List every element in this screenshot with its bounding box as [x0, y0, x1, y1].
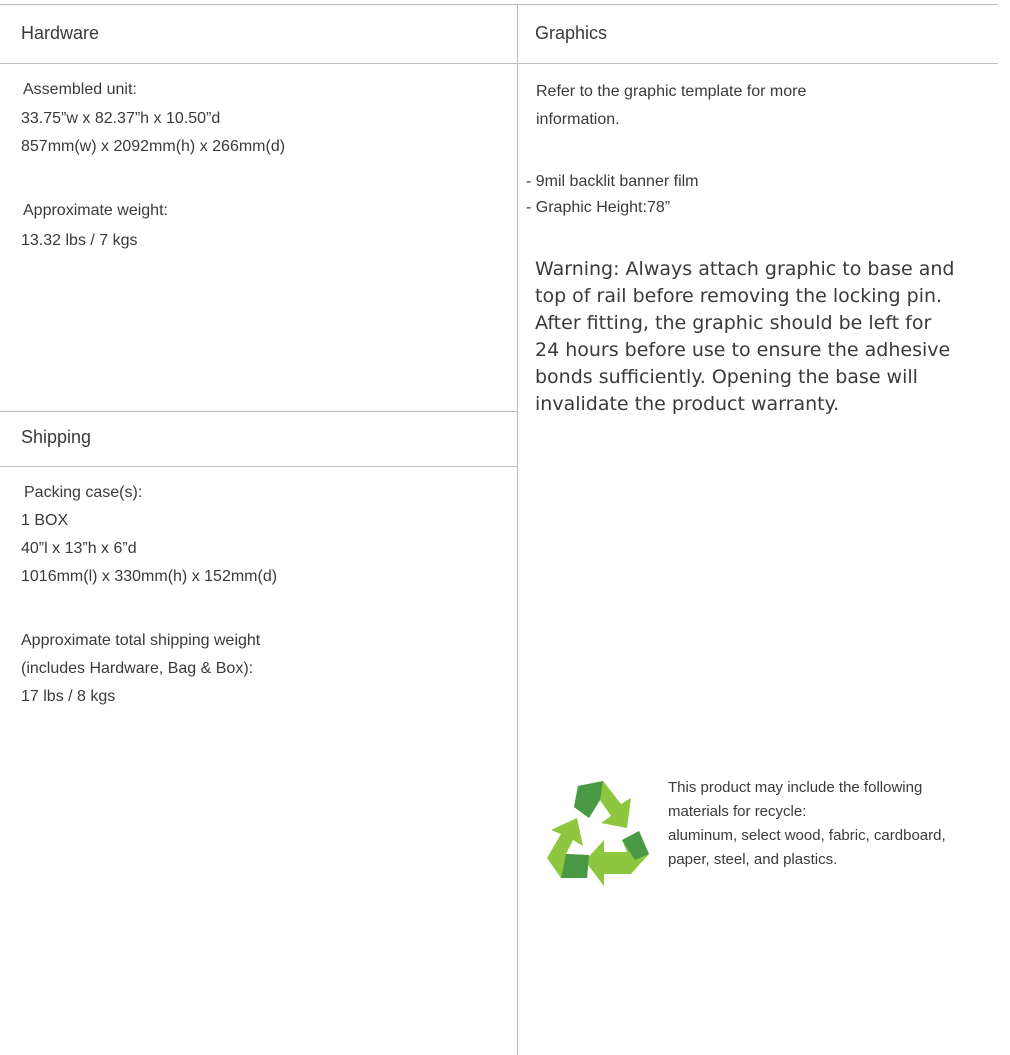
- shipping-header-divider: [0, 466, 517, 467]
- warning-line: 24 hours before use to ensure the adhesi…: [535, 339, 951, 361]
- warning-line: Warning: Always attach graphic to base a…: [535, 258, 955, 280]
- recycle-line: materials for recycle:: [668, 803, 807, 820]
- warning-line: After fitting, the graphic should be lef…: [535, 312, 932, 334]
- approx-weight-value: 13.32 lbs / 7 kgs: [21, 232, 138, 249]
- assembled-dims-inches: 33.75”w x 82.37”h x 10.50”d: [21, 110, 221, 127]
- graphics-spec-height: - Graphic Height:78”: [526, 199, 671, 216]
- recycle-text: This product may include the following m…: [668, 776, 946, 872]
- shipping-top-divider: [0, 411, 517, 412]
- recycle-line: This product may include the following: [668, 779, 923, 796]
- warning-text: Warning: Always attach graphic to base a…: [535, 256, 1005, 418]
- recycle-line: aluminum, select wood, fabric, cardboard…: [668, 827, 946, 844]
- column-divider: [517, 4, 518, 1055]
- assembled-dims-mm: 857mm(w) x 2092mm(h) x 266mm(d): [21, 138, 286, 155]
- graphics-refer-line2: information.: [536, 111, 620, 128]
- warning-line: bonds sufficiently. Opening the base wil…: [535, 366, 918, 388]
- hardware-title: Hardware: [21, 23, 100, 43]
- recycle-icon: [543, 776, 653, 886]
- assembled-unit-label: Assembled unit:: [23, 81, 137, 98]
- warning-line: top of rail before removing the locking …: [535, 285, 943, 307]
- shipping-title: Shipping: [21, 427, 92, 447]
- hardware-header-divider: [0, 63, 517, 64]
- graphics-spec-film: - 9mil backlit banner film: [526, 173, 699, 190]
- box-count: 1 BOX: [21, 512, 69, 529]
- recycle-line: paper, steel, and plastics.: [668, 851, 838, 868]
- warning-line: invalidate the product warranty.: [535, 393, 840, 415]
- approx-weight-label: Approximate weight:: [23, 202, 168, 219]
- graphics-title: Graphics: [535, 23, 608, 43]
- top-border: [0, 4, 998, 5]
- graphics-header-divider: [518, 63, 998, 64]
- shipping-weight-value: 17 lbs / 8 kgs: [21, 688, 116, 705]
- box-dims-inches: 40”l x 13”h x 6”d: [21, 540, 137, 557]
- graphics-refer-line1: Refer to the graphic template for more: [536, 83, 807, 100]
- shipping-weight-label1: Approximate total shipping weight: [21, 632, 261, 649]
- packing-case-label: Packing case(s):: [24, 484, 143, 501]
- box-dims-mm: 1016mm(l) x 330mm(h) x 152mm(d): [21, 568, 278, 585]
- shipping-weight-label2: (includes Hardware, Bag & Box):: [21, 660, 254, 677]
